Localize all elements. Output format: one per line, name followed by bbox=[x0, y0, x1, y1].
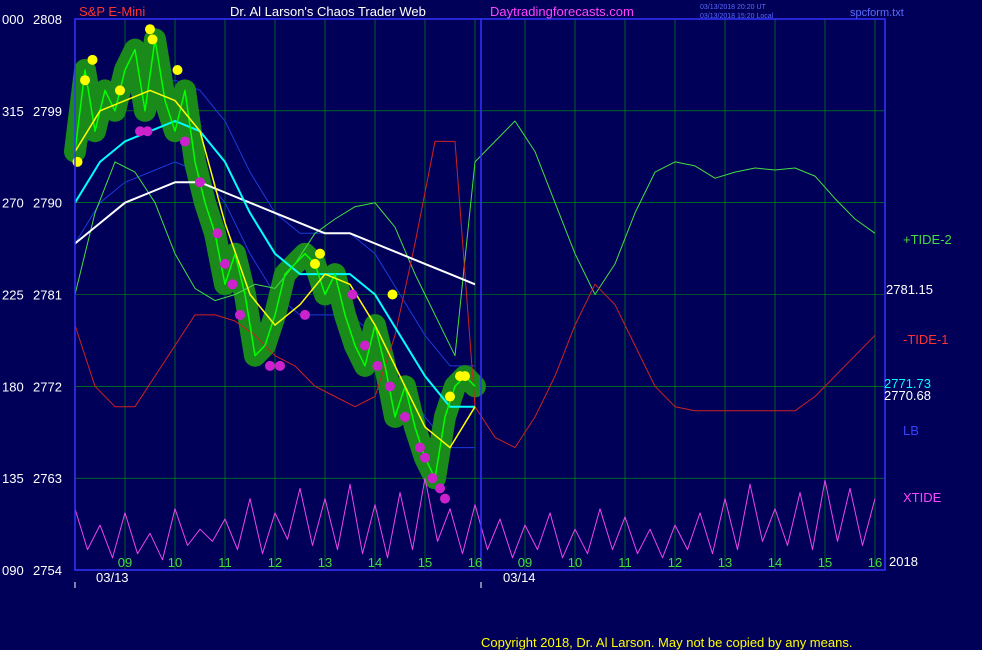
trough-dot bbox=[420, 452, 430, 463]
y-tick-osc: 315 bbox=[2, 104, 24, 119]
x-tick-label: 11 bbox=[618, 555, 632, 570]
y-tick-price: 2754 bbox=[33, 563, 62, 578]
peak-dot bbox=[80, 75, 90, 86]
x-tick-label: 15 bbox=[418, 555, 432, 570]
date-label-2: 03/14 bbox=[503, 570, 536, 585]
peak-dot bbox=[315, 248, 325, 259]
trough-dot bbox=[400, 411, 410, 422]
y-tick-osc: 225 bbox=[2, 288, 24, 303]
peak-dot bbox=[387, 289, 398, 300]
trough-dot bbox=[300, 309, 310, 320]
peak-dot bbox=[72, 156, 83, 167]
y-tick-price: 2781 bbox=[33, 288, 62, 303]
xtide-label: XTIDE bbox=[903, 490, 942, 505]
peak-dot bbox=[310, 258, 320, 269]
tide2-label: +TIDE-2 bbox=[903, 232, 952, 247]
header-title: Dr. Al Larson's Chaos Trader Web bbox=[230, 4, 426, 19]
trough-dot bbox=[212, 228, 223, 239]
peak-dot bbox=[172, 65, 183, 76]
x-tick-label: 12 bbox=[668, 555, 682, 570]
x-tick-label: 09 bbox=[118, 555, 132, 570]
x-tick-label: 12 bbox=[268, 555, 282, 570]
y-tick-price: 2790 bbox=[33, 196, 62, 211]
trough-dot bbox=[360, 340, 370, 351]
peak-dot bbox=[147, 34, 158, 45]
x-tick-label: 16 bbox=[468, 555, 482, 570]
lb-label: LB bbox=[903, 423, 919, 438]
peak-dot bbox=[87, 54, 98, 65]
peak-dot bbox=[460, 371, 470, 382]
y-tick-osc: 180 bbox=[2, 379, 24, 394]
last-price-label: 2781.15 bbox=[886, 282, 933, 297]
site-link[interactable]: Daytradingforecasts.com bbox=[490, 4, 634, 19]
trough-dot bbox=[142, 126, 153, 137]
x-tick-label: 15 bbox=[818, 555, 832, 570]
timestamp-ut: 03/13/2018 20:20 UT bbox=[700, 4, 766, 11]
x-tick-label: 13 bbox=[318, 555, 332, 570]
y-tick-price: 2808 bbox=[33, 12, 62, 27]
y-tick-osc: 135 bbox=[2, 471, 24, 486]
copyright-footer: Copyright 2018, Dr. Al Larson. May not b… bbox=[481, 635, 852, 650]
x-tick-label: 10 bbox=[168, 555, 182, 570]
chaos-trader-chart: S&P E-Mini Dr. Al Larson's Chaos Trader … bbox=[2, 4, 952, 650]
timestamp-local: 03/13/2018 15:20 Local bbox=[700, 13, 774, 20]
trough-dot bbox=[265, 360, 275, 371]
trough-dot bbox=[427, 473, 438, 484]
trough-dot bbox=[347, 289, 358, 300]
trough-dot bbox=[435, 483, 445, 494]
trough-dot bbox=[275, 360, 285, 371]
y-tick-osc: 270 bbox=[2, 196, 24, 211]
y-tick-osc: 090 bbox=[2, 563, 24, 578]
x-tick-label: 10 bbox=[568, 555, 582, 570]
trough-dot bbox=[385, 381, 395, 392]
x-tick-label: 11 bbox=[218, 555, 232, 570]
trough-dot bbox=[195, 177, 205, 188]
x-tick-label: 14 bbox=[368, 555, 382, 570]
y-tick-osc: 000 bbox=[2, 12, 24, 27]
y-tick-price: 2763 bbox=[33, 471, 62, 486]
peak-dot bbox=[115, 85, 125, 96]
x-tick-label: 14 bbox=[768, 555, 782, 570]
trough-dot bbox=[220, 258, 230, 269]
trough-dot bbox=[227, 279, 238, 290]
x-tick-label: 13 bbox=[718, 555, 732, 570]
year-label: 2018 bbox=[889, 554, 918, 569]
peak-dot bbox=[445, 391, 455, 402]
peak-dot bbox=[145, 24, 155, 35]
trough-dot bbox=[180, 136, 190, 147]
y-tick-price: 2772 bbox=[33, 379, 62, 394]
x-tick-label: 16 bbox=[868, 555, 882, 570]
value-b-label: 2770.68 bbox=[884, 388, 931, 403]
symbol-label: S&P E-Mini bbox=[79, 4, 145, 19]
tide1-label: -TIDE-1 bbox=[903, 332, 949, 347]
y-tick-price: 2799 bbox=[33, 104, 62, 119]
y-axis-labels: 000 2808 315 2799 270 2790 225 2781 180 2772 135 27… bbox=[2, 12, 62, 578]
trough-dot bbox=[372, 360, 383, 371]
x-axis-labels: 09 10 11 12 13 14 15 16 09 10 11 12 13 14 15 16 bbox=[118, 555, 882, 570]
trough-dot bbox=[440, 493, 450, 504]
trough-dot bbox=[235, 309, 245, 320]
trough-dot bbox=[415, 442, 425, 453]
file-label: spcform.txt bbox=[850, 7, 904, 19]
date-label-1: 03/13 bbox=[96, 570, 129, 585]
x-tick-label: 09 bbox=[518, 555, 532, 570]
